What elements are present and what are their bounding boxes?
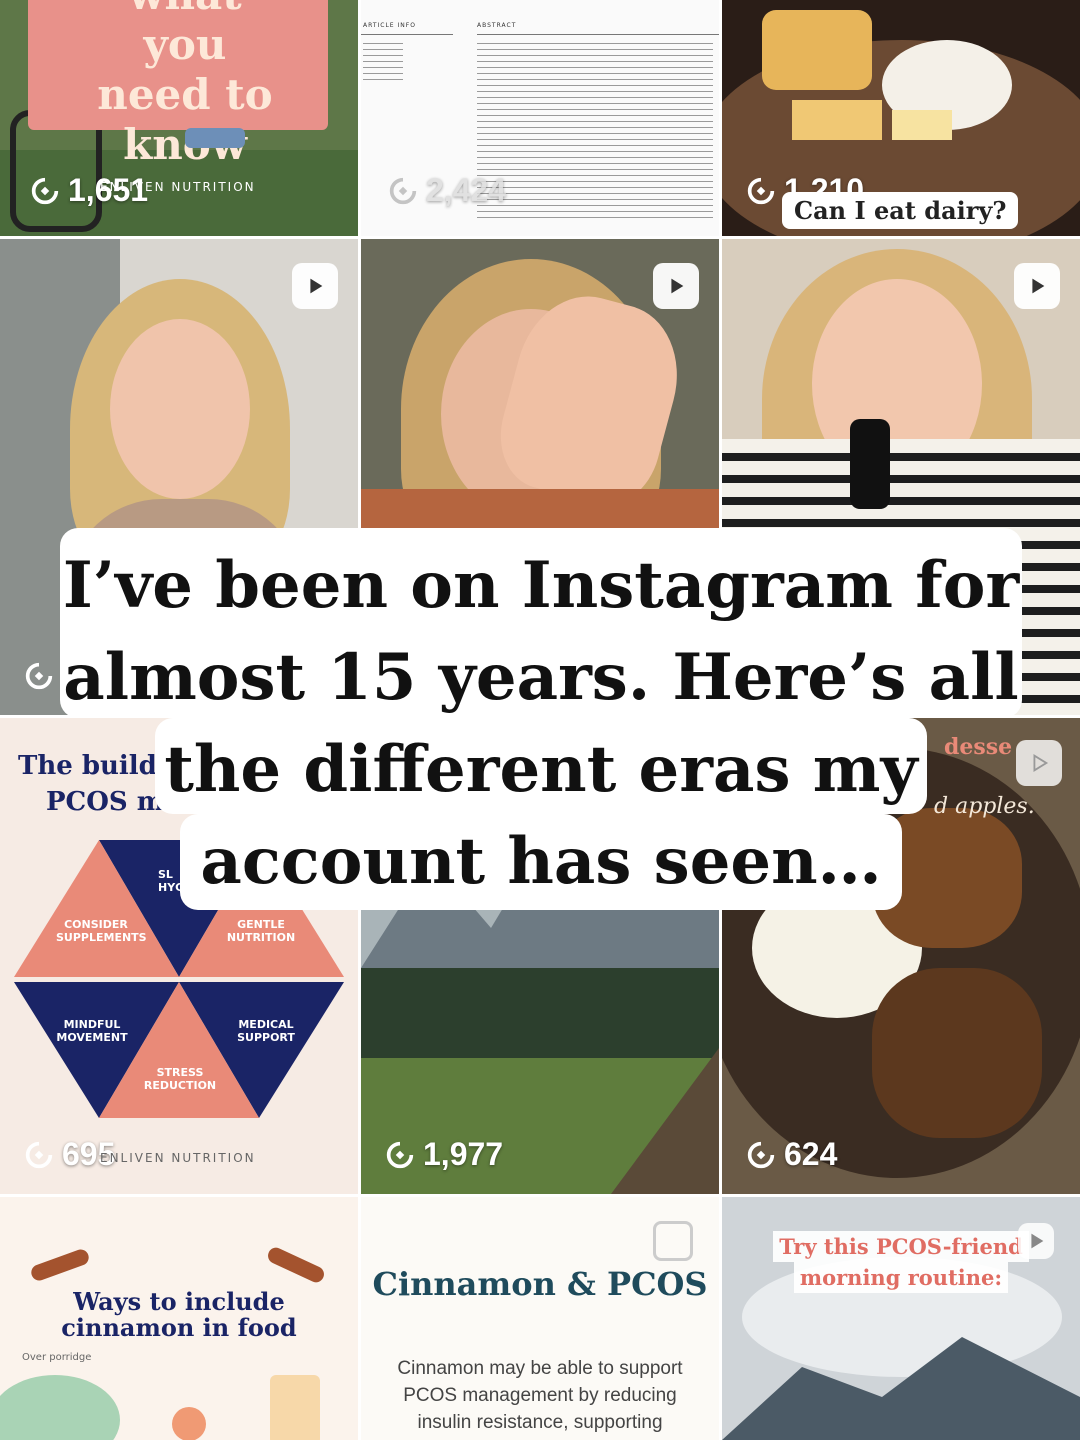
eye-icon — [25, 662, 53, 690]
label-movement: MINDFUL MOVEMENT — [56, 1018, 128, 1044]
paper-header-left: ARTICLE INFO — [363, 22, 416, 29]
info-lines — [363, 40, 403, 85]
post-tile-cinnamon-food[interactable]: Ways to include cinnamon in food Over po… — [0, 1197, 358, 1440]
label-stress: STRESS REDUCTION — [143, 1066, 217, 1092]
cheese-wheel — [762, 10, 872, 90]
peach-icon — [172, 1407, 206, 1440]
paper-rule — [361, 34, 453, 35]
dairy-caption-label: Can I eat dairy? — [782, 192, 1019, 229]
post-tile-know[interactable]: what you need to know 1,651 ENLIVEN NUTR… — [0, 0, 358, 236]
paper-rule-right — [477, 34, 719, 35]
cinnamon-pcos-body: Cinnamon may be able to support PCOS man… — [397, 1358, 683, 1433]
abstract-lines — [477, 40, 713, 222]
reel-indicator — [292, 263, 338, 309]
eye-icon — [386, 1141, 414, 1168]
play-icon — [671, 278, 684, 294]
reel-indicator — [1014, 263, 1060, 309]
post-tile-routine[interactable]: Try this PCOS-friend morning routine: — [722, 1197, 1080, 1440]
view-count: 1,977 — [383, 1136, 503, 1173]
cinnamon-stick-icon — [29, 1247, 91, 1283]
play-icon — [1033, 754, 1049, 772]
caption-text: I’ve been on Instagram for almost 15 yea… — [62, 548, 1020, 899]
cinnamon-stick-icon — [265, 1245, 327, 1285]
post-tile-paper[interactable]: ARTICLE INFO ABSTRACT 2,424 — [361, 0, 719, 236]
brand-watermark: ENLIVEN NUTRITION — [100, 1151, 256, 1165]
reel-indicator — [1016, 740, 1062, 786]
eye-icon — [25, 1141, 53, 1168]
label-supplements: CONSIDER SUPPLEMENTS — [56, 918, 147, 944]
carousel-icon — [653, 1221, 693, 1261]
brand-watermark: ENLIVEN NUTRITION — [100, 180, 256, 194]
apple-right — [872, 968, 1042, 1138]
cheese-slice — [792, 100, 882, 140]
microphone — [850, 419, 890, 509]
label-medical: MEDICAL SUPPORT — [237, 1018, 295, 1044]
play-icon — [1032, 278, 1045, 294]
post-tile-cinnamon-pcos[interactable]: Cinnamon & PCOS Cinnamon may be able to … — [361, 1197, 719, 1440]
cinnamon-food-title: Ways to include cinnamon in food — [61, 1287, 297, 1342]
drink-glass — [270, 1375, 320, 1440]
porridge-bowl — [0, 1375, 120, 1440]
play-icon — [310, 278, 323, 294]
label-nutrition: GENTLE NUTRITION — [226, 918, 296, 944]
eye-icon — [31, 177, 59, 204]
eye-icon — [747, 1141, 775, 1168]
butter-block — [892, 110, 952, 140]
play-icon — [1031, 1233, 1044, 1249]
jeans-shape — [185, 128, 245, 148]
view-count — [22, 659, 56, 693]
reel-indicator — [653, 263, 699, 309]
cinnamon-pcos-title: Cinnamon & PCOS — [372, 1265, 708, 1303]
reel-indicator — [1018, 1223, 1054, 1259]
cinnamon-food-subtitle: Over porridge — [22, 1352, 92, 1363]
view-count: 2,424 — [386, 172, 506, 209]
eye-icon — [747, 177, 775, 204]
paper-header-right: ABSTRACT — [477, 22, 517, 29]
eye-icon — [389, 177, 417, 204]
view-count: 624 — [744, 1136, 837, 1173]
face-shape — [110, 319, 250, 499]
